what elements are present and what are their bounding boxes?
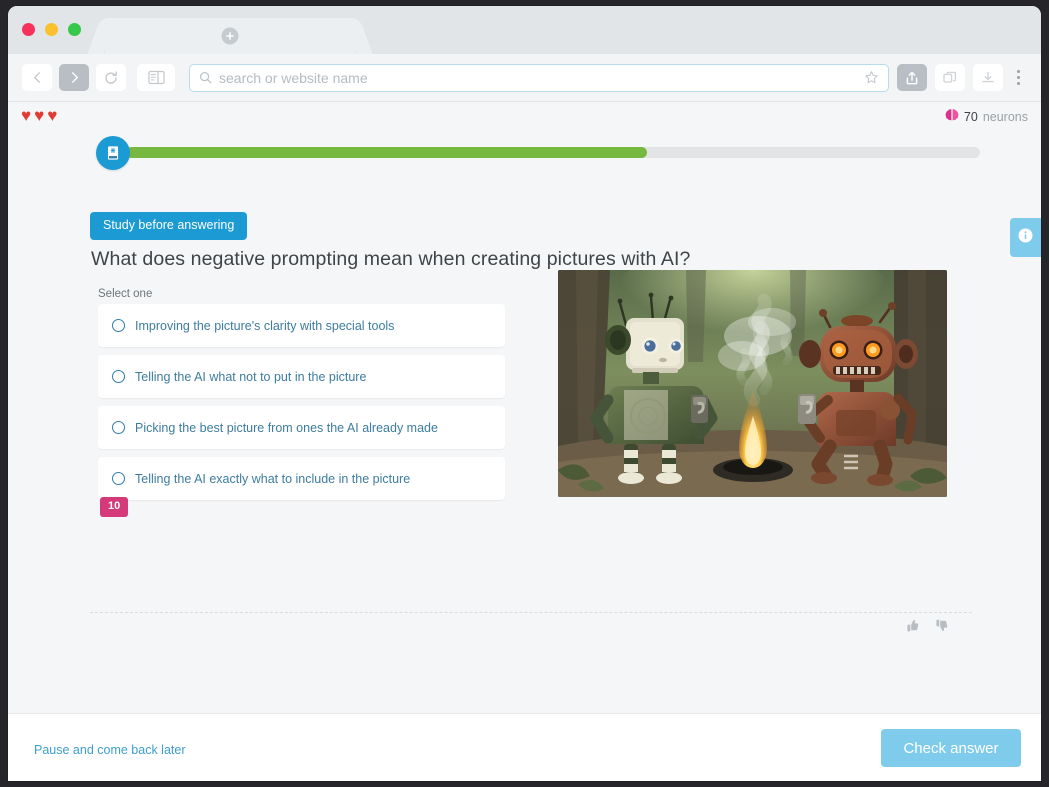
- sidebar-toggle-button[interactable]: [137, 64, 175, 91]
- info-side-tab[interactable]: [1010, 218, 1041, 257]
- thumbs-up-icon[interactable]: [905, 618, 920, 633]
- forward-button[interactable]: [59, 64, 89, 91]
- heart-icon: ♥: [34, 106, 45, 125]
- back-button[interactable]: [22, 64, 52, 91]
- downloads-button[interactable]: [973, 64, 1003, 91]
- browser-window: ♥ ♥ ♥ 70 neurons: [8, 6, 1041, 781]
- neurons-counter[interactable]: 70 neurons: [945, 108, 1028, 125]
- progress-bar-track: [126, 147, 980, 158]
- browser-tab[interactable]: [105, 18, 355, 54]
- answer-option-label: Telling the AI exactly what to include i…: [135, 471, 411, 486]
- browser-tab-strip: [8, 6, 1041, 54]
- thumbs-down-icon[interactable]: [934, 618, 949, 633]
- question-illustration: [558, 270, 947, 497]
- reload-button[interactable]: [96, 64, 126, 91]
- course-card-icon[interactable]: [96, 136, 130, 170]
- lives-hearts: ♥ ♥ ♥: [21, 107, 57, 124]
- answer-option[interactable]: Telling the AI what not to put in the pi…: [98, 355, 505, 398]
- plus-circle-icon[interactable]: [221, 27, 239, 45]
- pause-link[interactable]: Pause and come back later: [34, 743, 185, 757]
- points-badge: 10: [100, 497, 129, 517]
- radio-icon[interactable]: [112, 319, 125, 332]
- menu-dot: [1016, 70, 1020, 73]
- content-divider: [90, 612, 972, 613]
- progress-bar-fill: [126, 147, 647, 158]
- neurons-label: neurons: [982, 109, 1028, 124]
- lesson-page: ♥ ♥ ♥ 70 neurons Study before answering …: [8, 102, 1041, 781]
- overflow-menu-button[interactable]: [1009, 64, 1027, 91]
- address-input[interactable]: [219, 69, 858, 86]
- window-minimize-button[interactable]: [45, 23, 58, 36]
- radio-icon[interactable]: [112, 472, 125, 485]
- select-one-hint: Select one: [98, 288, 153, 300]
- menu-dot: [1016, 82, 1020, 85]
- share-button[interactable]: [897, 64, 927, 91]
- window-close-button[interactable]: [22, 23, 35, 36]
- heart-icon: ♥: [21, 106, 32, 125]
- info-icon: [1017, 227, 1034, 249]
- answer-option-label: Telling the AI what not to put in the pi…: [135, 369, 367, 384]
- radio-icon[interactable]: [112, 370, 125, 383]
- answer-option-label: Picking the best picture from ones the A…: [135, 420, 438, 435]
- heart-icon: ♥: [47, 106, 58, 125]
- answer-options-list: Improving the picture's clarity with spe…: [98, 304, 505, 508]
- lesson-footer: Pause and come back later Check answer: [8, 713, 1041, 781]
- browser-toolbar: [8, 54, 1041, 102]
- window-traffic-lights: [22, 23, 81, 36]
- window-zoom-button[interactable]: [68, 23, 81, 36]
- menu-dot: [1016, 76, 1020, 79]
- lesson-progress-row: [8, 134, 1041, 180]
- brain-icon: [945, 108, 959, 125]
- radio-icon[interactable]: [112, 421, 125, 434]
- neurons-count: 70: [963, 109, 978, 124]
- study-before-answering-button[interactable]: Study before answering: [90, 212, 248, 240]
- answer-option[interactable]: Improving the picture's clarity with spe…: [98, 304, 505, 347]
- answer-option[interactable]: Picking the best picture from ones the A…: [98, 406, 505, 449]
- answer-option[interactable]: Telling the AI exactly what to include i…: [98, 457, 505, 500]
- address-bar[interactable]: [189, 63, 889, 92]
- answer-option-label: Improving the picture's clarity with spe…: [135, 318, 395, 333]
- check-answer-button[interactable]: Check answer: [881, 729, 1021, 767]
- tab-overview-button[interactable]: [935, 64, 965, 91]
- lesson-status-row: ♥ ♥ ♥ 70 neurons: [8, 102, 1041, 134]
- feedback-controls: [905, 618, 949, 633]
- star-icon[interactable]: [864, 70, 879, 85]
- question-title: What does negative prompting mean when c…: [91, 248, 691, 270]
- search-icon: [199, 71, 212, 84]
